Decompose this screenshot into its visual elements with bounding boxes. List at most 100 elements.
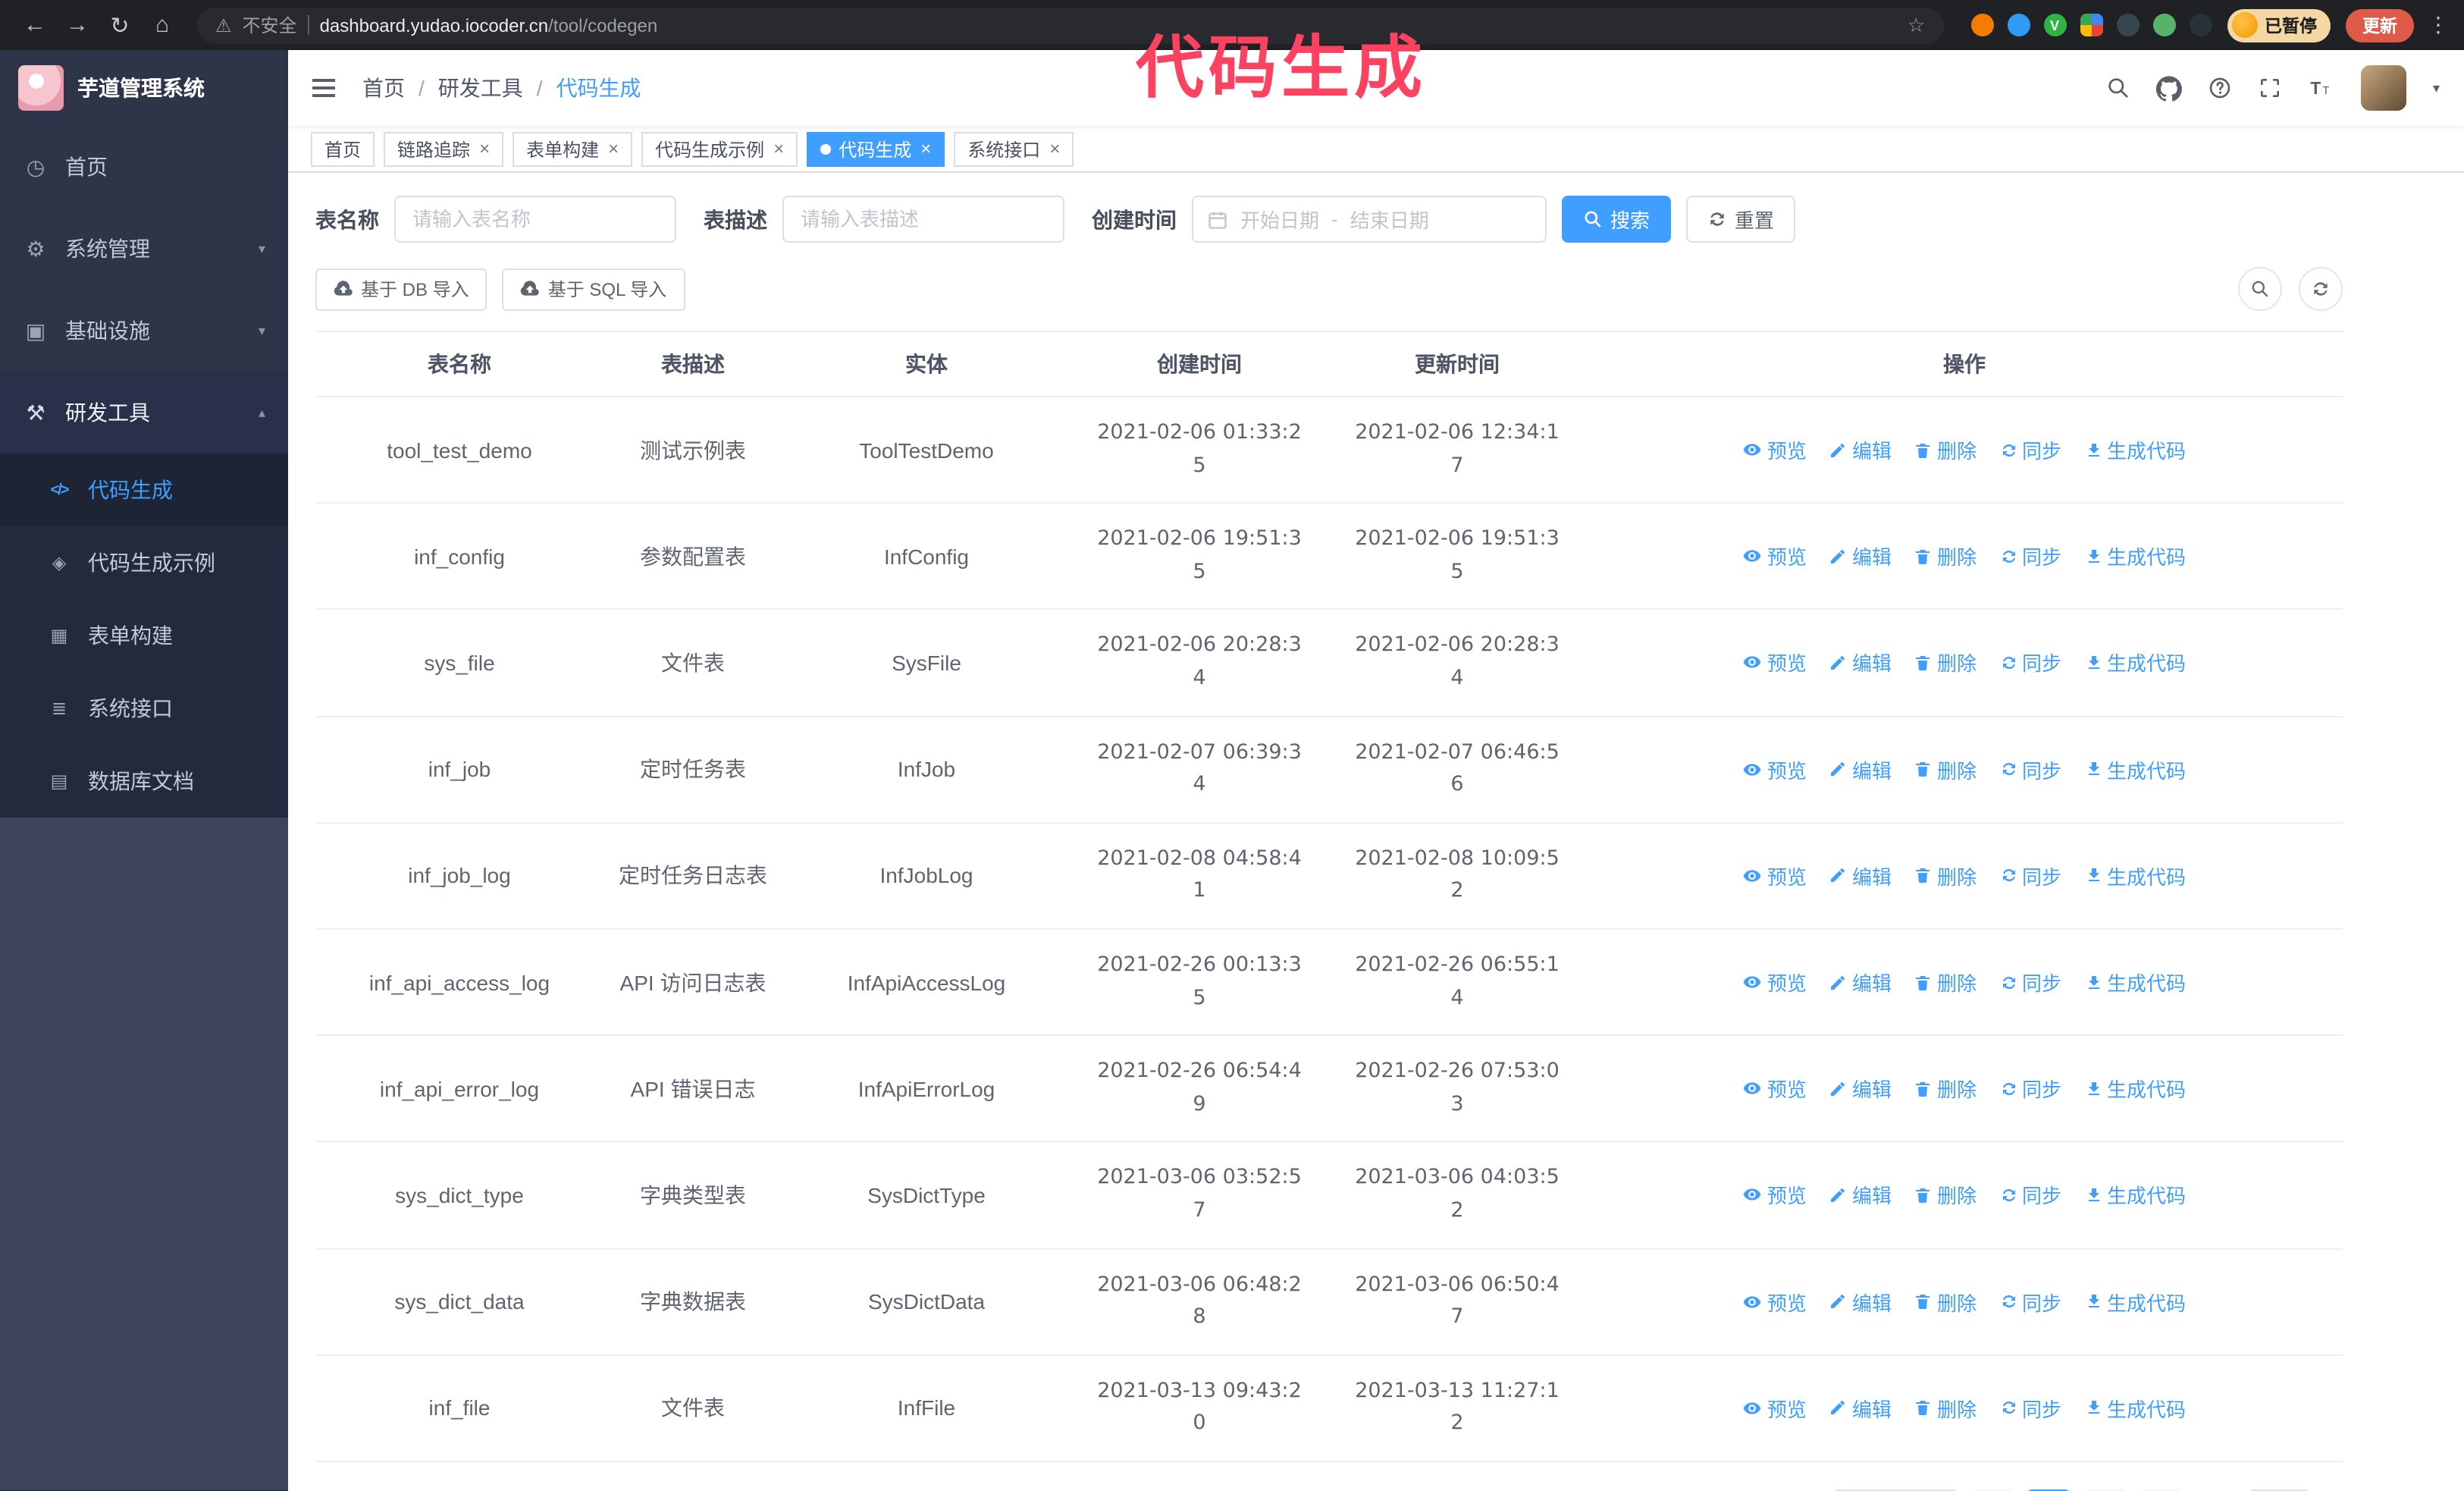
extension-icon[interactable]: [2152, 14, 2175, 36]
delete-link[interactable]: 删除: [1914, 648, 1977, 677]
edit-link[interactable]: 编辑: [1829, 862, 1892, 890]
preview-link[interactable]: 预览: [1743, 435, 1807, 464]
sync-link[interactable]: 同步: [1999, 1181, 2061, 1210]
generate-code-link[interactable]: 生成代码: [2084, 1394, 2186, 1423]
extension-icon[interactable]: [1970, 14, 1993, 36]
edit-link[interactable]: 编辑: [1829, 1394, 1892, 1423]
chrome-menu-icon[interactable]: ⋮: [2428, 12, 2449, 38]
sidebar-item-system-management[interactable]: ⚙ 系统管理 ▾: [0, 208, 288, 290]
home-icon[interactable]: ⌂: [143, 5, 182, 45]
date-range-picker[interactable]: 开始日期 - 结束日期: [1192, 196, 1547, 243]
sync-link[interactable]: 同步: [1999, 542, 2061, 571]
user-avatar[interactable]: [2361, 65, 2407, 111]
close-icon[interactable]: ×: [920, 138, 931, 159]
sidebar-item-infrastructure[interactable]: ▣ 基础设施 ▾: [0, 290, 288, 372]
edit-link[interactable]: 编辑: [1829, 968, 1892, 997]
delete-link[interactable]: 删除: [1914, 542, 1977, 571]
reload-icon[interactable]: ↻: [100, 5, 140, 45]
sidebar-logo[interactable]: 芋道管理系统: [0, 50, 288, 126]
edit-link[interactable]: 编辑: [1829, 1181, 1892, 1210]
edit-link[interactable]: 编辑: [1829, 435, 1892, 464]
generate-code-link[interactable]: 生成代码: [2084, 1287, 2186, 1316]
preview-link[interactable]: 预览: [1743, 1181, 1807, 1210]
generate-code-link[interactable]: 生成代码: [2084, 1074, 2186, 1103]
preview-link[interactable]: 预览: [1743, 1394, 1807, 1423]
tab-system-api[interactable]: 系统接口 ×: [954, 131, 1074, 166]
extension-icon[interactable]: [2007, 14, 2030, 36]
tab-code-generation[interactable]: 代码生成 ×: [807, 131, 945, 166]
preview-link[interactable]: 预览: [1743, 968, 1807, 997]
search-icon[interactable]: [2107, 76, 2131, 100]
forward-icon[interactable]: →: [58, 5, 97, 45]
sync-link[interactable]: 同步: [1999, 1287, 2061, 1316]
sidebar-item-codegen-example[interactable]: ◈ 代码生成示例: [0, 526, 288, 599]
table-desc-input[interactable]: [782, 196, 1064, 243]
sidebar-item-system-api[interactable]: ≣ 系统接口: [0, 672, 288, 745]
sidebar-item-dev-tools[interactable]: ⚒ 研发工具 ▴: [0, 372, 288, 454]
sidebar-item-code-generation[interactable]: </> 代码生成: [0, 454, 288, 526]
delete-link[interactable]: 删除: [1914, 968, 1977, 997]
breadcrumb-item[interactable]: 首页: [362, 73, 405, 103]
avatar-caret-down-icon[interactable]: ▾: [2433, 80, 2440, 96]
preview-link[interactable]: 预览: [1743, 755, 1807, 783]
fullscreen-icon[interactable]: [2259, 76, 2283, 100]
close-icon[interactable]: ×: [479, 138, 490, 159]
refresh-table-button[interactable]: [2299, 267, 2343, 311]
preview-link[interactable]: 预览: [1743, 648, 1807, 677]
generate-code-link[interactable]: 生成代码: [2084, 1181, 2186, 1210]
delete-link[interactable]: 删除: [1914, 1287, 1977, 1316]
sync-link[interactable]: 同步: [1999, 968, 2061, 997]
edit-link[interactable]: 编辑: [1829, 1074, 1892, 1103]
profile-paused-badge[interactable]: 已暂停: [2227, 8, 2331, 42]
extension-icon[interactable]: [2189, 14, 2212, 36]
extension-icon[interactable]: [2116, 14, 2139, 36]
search-button[interactable]: 搜索: [1562, 196, 1672, 243]
delete-link[interactable]: 删除: [1914, 435, 1977, 464]
sidebar-item-form-builder[interactable]: ▦ 表单构建: [0, 599, 288, 672]
close-icon[interactable]: ×: [1049, 138, 1060, 159]
sync-link[interactable]: 同步: [1999, 862, 2061, 890]
bookmark-star-icon[interactable]: ☆: [1908, 13, 1925, 37]
import-sql-button[interactable]: 基于 SQL 导入: [502, 268, 685, 310]
generate-code-link[interactable]: 生成代码: [2084, 542, 2186, 571]
delete-link[interactable]: 删除: [1914, 862, 1977, 890]
edit-link[interactable]: 编辑: [1829, 1287, 1892, 1316]
generate-code-link[interactable]: 生成代码: [2084, 968, 2186, 997]
tab-tracing[interactable]: 链路追踪 ×: [384, 131, 504, 166]
close-icon[interactable]: ×: [773, 138, 784, 159]
toggle-search-button[interactable]: [2238, 267, 2282, 311]
extension-icon[interactable]: V: [2043, 14, 2066, 36]
tab-form-builder[interactable]: 表单构建 ×: [513, 131, 633, 166]
breadcrumb-item[interactable]: 研发工具: [438, 73, 523, 103]
delete-link[interactable]: 删除: [1914, 1394, 1977, 1423]
preview-link[interactable]: 预览: [1743, 542, 1807, 571]
address-bar[interactable]: ⚠ 不安全 dashboard.yudao.iocoder.cn/tool/co…: [197, 7, 1943, 43]
help-icon[interactable]: [2209, 76, 2233, 100]
sync-link[interactable]: 同步: [1999, 648, 2061, 677]
github-icon[interactable]: [2156, 75, 2183, 101]
import-db-button[interactable]: 基于 DB 导入: [315, 268, 487, 310]
edit-link[interactable]: 编辑: [1829, 648, 1892, 677]
preview-link[interactable]: 预览: [1743, 1287, 1807, 1316]
font-size-icon[interactable]: TT: [2309, 76, 2336, 100]
generate-code-link[interactable]: 生成代码: [2084, 435, 2186, 464]
chrome-update-button[interactable]: 更新: [2346, 8, 2414, 42]
close-icon[interactable]: ×: [608, 138, 619, 159]
generate-code-link[interactable]: 生成代码: [2084, 648, 2186, 677]
generate-code-link[interactable]: 生成代码: [2084, 862, 2186, 890]
generate-code-link[interactable]: 生成代码: [2084, 755, 2186, 783]
edit-link[interactable]: 编辑: [1829, 542, 1892, 571]
sync-link[interactable]: 同步: [1999, 755, 2061, 783]
sync-link[interactable]: 同步: [1999, 1074, 2061, 1103]
sidebar-item-home[interactable]: ◷ 首页: [0, 126, 288, 208]
tab-codegen-example[interactable]: 代码生成示例 ×: [641, 131, 798, 166]
edit-link[interactable]: 编辑: [1829, 755, 1892, 783]
table-name-input[interactable]: [394, 196, 676, 243]
preview-link[interactable]: 预览: [1743, 1074, 1807, 1103]
delete-link[interactable]: 删除: [1914, 755, 1977, 783]
sync-link[interactable]: 同步: [1999, 1394, 2061, 1423]
sidebar-collapse-icon[interactable]: [312, 76, 335, 100]
sync-link[interactable]: 同步: [1999, 435, 2061, 464]
reset-button[interactable]: 重置: [1686, 196, 1796, 243]
delete-link[interactable]: 删除: [1914, 1181, 1977, 1210]
